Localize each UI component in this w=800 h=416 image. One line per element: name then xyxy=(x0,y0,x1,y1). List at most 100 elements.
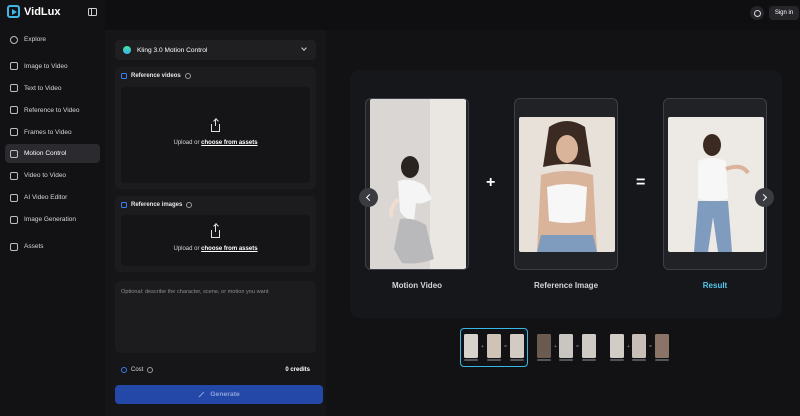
chevron-down-icon xyxy=(301,45,307,51)
sidebar-item-frames-to-video[interactable]: Frames to Video xyxy=(5,123,100,142)
upload-hint: Upload or choose from assets xyxy=(173,246,257,252)
equals-sign: = xyxy=(636,174,646,191)
thumbnail-reference-3[interactable] xyxy=(632,334,646,358)
image-generation-icon xyxy=(10,215,18,224)
thumbnail-reference-2[interactable] xyxy=(559,334,573,358)
form-panel: Kling 3.0 Motion Control Reference video… xyxy=(105,30,326,416)
reference-image-preview xyxy=(519,117,615,252)
sidebar-item-explore[interactable]: Explore xyxy=(5,30,100,49)
language-button[interactable] xyxy=(750,6,764,20)
upload-hint: Upload or choose from assets xyxy=(173,140,257,146)
globe-icon xyxy=(753,9,761,17)
video-icon xyxy=(10,171,18,180)
coin-icon xyxy=(121,367,127,373)
kling-model-icon xyxy=(123,46,131,54)
editor-icon xyxy=(10,193,18,202)
sidebar-item-text-to-video[interactable]: Text to Video xyxy=(5,79,100,98)
cost-row: Cost 0 credits xyxy=(115,362,316,378)
upload-text: Upload xyxy=(173,245,193,252)
folder-icon xyxy=(10,242,18,251)
reference-images-title: Reference images xyxy=(131,202,183,208)
thumbnail-result-2[interactable] xyxy=(582,334,596,358)
reference-images-header: Reference images xyxy=(121,202,193,208)
reference-image-frame xyxy=(514,98,618,270)
prompt-textarea[interactable]: Optional: describe the character, scene,… xyxy=(115,281,316,353)
sidebar-item-reference-to-video[interactable]: Reference to Video xyxy=(5,101,100,120)
video-reference-icon xyxy=(121,73,127,79)
choose-from-assets-link[interactable]: choose from assets xyxy=(201,140,257,146)
sidebar-item-image-generation[interactable]: Image Generation xyxy=(5,210,100,229)
thumbnail-plus: + xyxy=(481,344,484,350)
thumbnail-caption xyxy=(537,359,551,361)
sidebar-item-label: Motion Control xyxy=(24,150,67,158)
upload-icon xyxy=(211,119,220,132)
thumbnail-equals: = xyxy=(576,344,579,350)
cost-label: Cost xyxy=(131,367,144,373)
thumbnail-equals: = xyxy=(649,344,652,350)
choose-from-assets-link[interactable]: choose from assets xyxy=(201,246,257,252)
upload-icon xyxy=(211,224,220,238)
compass-icon xyxy=(10,35,18,44)
sidebar-toggle-icon[interactable] xyxy=(88,8,97,16)
thumbnail-caption xyxy=(487,359,501,361)
result-label: Result xyxy=(702,281,728,290)
reference-videos-header: Reference videos xyxy=(121,73,191,79)
thumbnail-caption xyxy=(632,359,646,361)
image-reference-icon xyxy=(121,202,127,208)
reference-videos-title: Reference videos xyxy=(131,73,181,79)
model-select-value: Kling 3.0 Motion Control xyxy=(137,46,208,54)
sign-in-button[interactable]: Sign in xyxy=(769,6,799,20)
sidebar-item-label: Video to Video xyxy=(24,172,67,180)
thumbnail-caption xyxy=(559,359,573,361)
motion-video-label: Motion Video xyxy=(391,281,443,290)
info-icon[interactable] xyxy=(147,367,154,373)
thumbnail-caption xyxy=(655,359,669,361)
sidebar: VidLux Explore Image to Video Text to Vi… xyxy=(0,0,105,416)
upload-text: Upload xyxy=(173,140,193,146)
sidebar-item-assets[interactable]: Assets xyxy=(5,237,100,256)
generate-label: Generate xyxy=(210,391,240,398)
thumbnail-result-3[interactable] xyxy=(655,334,669,358)
sidebar-nav: Explore Image to Video Text to Video Ref… xyxy=(5,30,100,259)
magic-wand-icon xyxy=(198,391,205,398)
thumbnail-equals: = xyxy=(504,344,507,350)
sidebar-item-label: Explore xyxy=(24,36,47,43)
thumbnail-result-1[interactable] xyxy=(510,334,524,358)
magic-wand-icon xyxy=(10,84,18,93)
thumbnail-motion-1[interactable] xyxy=(464,334,478,358)
thumbnail-reference-1[interactable] xyxy=(487,334,501,358)
thumbnail-caption xyxy=(464,359,478,361)
thumbnail-caption xyxy=(610,359,624,361)
vidlux-logo-icon xyxy=(7,5,20,18)
image-icon xyxy=(10,62,18,71)
thumbnail-caption xyxy=(510,359,524,361)
thumbnail-motion-2[interactable] xyxy=(537,334,551,358)
or-text: or xyxy=(194,140,200,146)
sidebar-item-motion-control[interactable]: Motion Control xyxy=(5,144,100,164)
thumbnail-plus: + xyxy=(627,344,630,350)
app-name: VidLux xyxy=(24,5,61,18)
sidebar-item-label: Frames to Video xyxy=(24,128,72,136)
reference-images-dropzone[interactable]: Upload or choose from assets xyxy=(121,215,310,266)
model-select[interactable]: Kling 3.0 Motion Control xyxy=(115,40,316,60)
app-logo[interactable]: VidLux xyxy=(7,5,60,18)
info-icon[interactable] xyxy=(184,73,191,79)
frames-icon xyxy=(10,128,18,137)
sidebar-item-video-to-video[interactable]: Video to Video xyxy=(5,166,100,185)
sidebar-item-label: Assets xyxy=(24,243,44,251)
thumbnail-plus: + xyxy=(554,344,557,350)
carousel-next-button[interactable] xyxy=(755,188,774,207)
reference-videos-dropzone[interactable]: Upload or choose from assets xyxy=(121,87,310,183)
sidebar-item-image-to-video[interactable]: Image to Video xyxy=(5,57,100,76)
thumbnail-motion-3[interactable] xyxy=(610,334,624,358)
cost-value: 0 credits xyxy=(285,367,310,373)
result-preview xyxy=(668,117,764,252)
carousel-prev-button[interactable] xyxy=(359,188,378,207)
result-frame xyxy=(663,98,767,270)
info-icon[interactable] xyxy=(186,202,193,208)
generate-button[interactable]: Generate xyxy=(115,385,323,404)
sidebar-item-ai-video-editor[interactable]: AI Video Editor xyxy=(5,188,100,207)
sidebar-item-label: Image Generation xyxy=(24,216,77,224)
motion-video-frame xyxy=(365,98,469,270)
sidebar-item-label: AI Video Editor xyxy=(24,194,68,202)
